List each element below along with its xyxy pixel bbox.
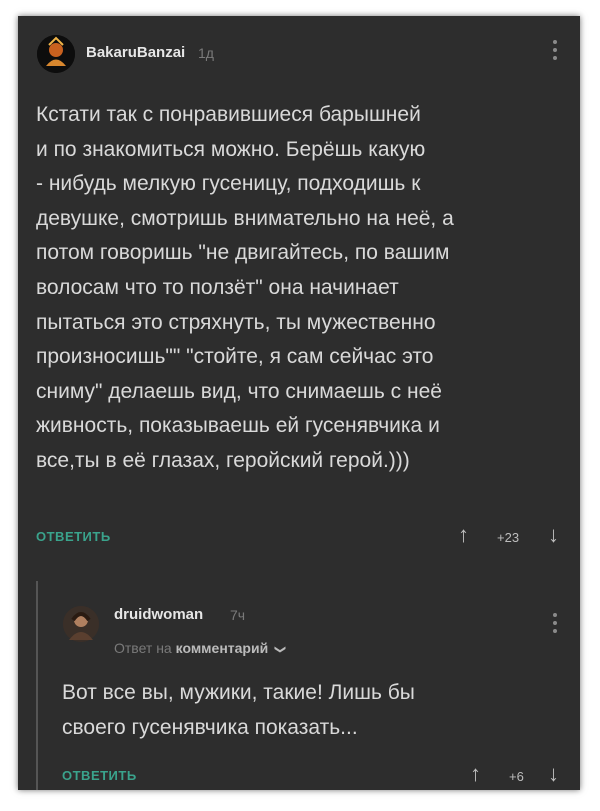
comment-line: потом говоришь "не двигайтесь, по вашим [36, 241, 450, 265]
comment-line: произносишь"" "стойте, я сам сейчас это [36, 345, 434, 369]
comment-line: и по знакомиться можно. Берёшь какую [36, 137, 426, 161]
username[interactable]: druidwoman [114, 606, 203, 623]
comments-panel: BakaruBanzai 1д Кстати так с понравившие… [18, 16, 580, 790]
score: +23 [497, 530, 520, 545]
comment-line: своего гусенявчика показать... [62, 715, 358, 739]
reply-button[interactable]: ОТВЕТИТЬ [62, 768, 137, 783]
comment-body: Кстати так с понравившиеся барышней и по… [36, 98, 454, 479]
chevron-down-icon[interactable]: ❯ [274, 645, 287, 654]
timestamp: 7ч [230, 607, 246, 623]
comment-body: Вот все вы, мужики, такие! Лишь бы своег… [62, 676, 415, 745]
comment-line: волосам что то ползёт" она начинает [36, 275, 399, 299]
username[interactable]: BakaruBanzai [86, 44, 185, 61]
reply-prefix: Ответ на [114, 640, 172, 656]
comment-line: все,ты в её глазах, геройский герой.))) [36, 448, 410, 472]
comment-line: Вот все вы, мужики, такие! Лишь бы [62, 681, 415, 704]
downvote-icon[interactable]: ↓ [548, 524, 559, 546]
more-options-icon[interactable] [552, 40, 558, 60]
upvote-icon[interactable]: ↑ [470, 763, 481, 785]
timestamp: 1д [198, 45, 214, 61]
avatar[interactable] [37, 35, 75, 73]
upvote-icon[interactable]: ↑ [458, 524, 469, 546]
avatar-portrait-icon [63, 606, 99, 642]
avatar[interactable] [63, 606, 99, 642]
more-options-icon[interactable] [552, 613, 558, 633]
comment-line: девушке, смотришь внимательно на неё, а [36, 206, 454, 230]
reply-target-link[interactable]: комментарий [176, 640, 269, 656]
comment-line: сниму" делаешь вид, что снимаешь с неё [36, 379, 442, 403]
comment-line: Кстати так с понравившиеся барышней [36, 103, 421, 126]
reply-button[interactable]: ОТВЕТИТЬ [36, 529, 111, 544]
downvote-icon[interactable]: ↓ [548, 763, 559, 785]
comment-line: живность, показываешь ей гусенявчика и [36, 414, 440, 438]
thread-line[interactable] [36, 581, 38, 790]
score: +6 [509, 769, 524, 784]
avatar-figure-icon [37, 35, 75, 73]
comment-line: пытаться это стряхнуть, ты мужественно [36, 310, 436, 334]
reply-to-info: Ответ на комментарий ❯ [114, 640, 287, 656]
comment-line: - нибудь мелкую гусеницу, подходишь к [36, 172, 421, 196]
